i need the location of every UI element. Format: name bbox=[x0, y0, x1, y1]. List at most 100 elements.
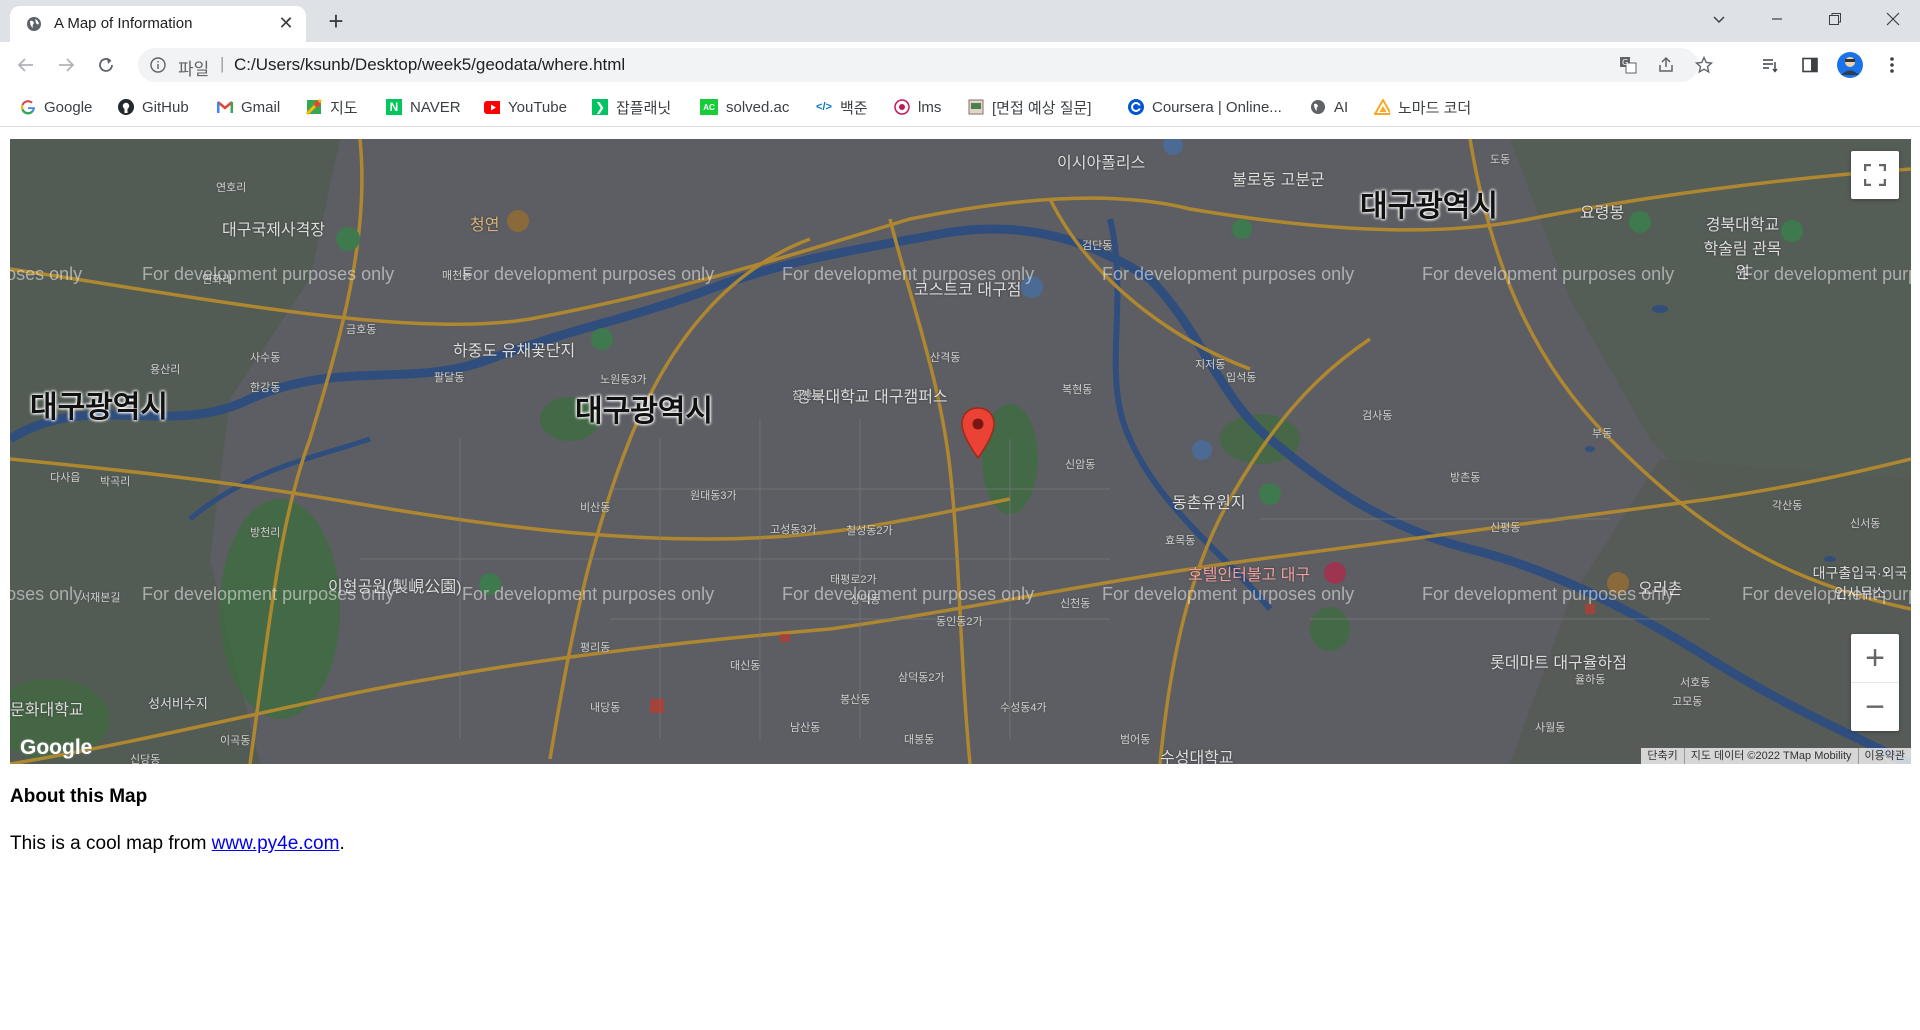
dev-watermark: For development purposes only bbox=[10, 264, 83, 284]
share-icon[interactable] bbox=[1652, 51, 1680, 79]
bookmark-github[interactable]: GitHub bbox=[118, 96, 189, 118]
district-label: 서호동 bbox=[1680, 677, 1711, 689]
dev-watermark: For development purposes only bbox=[10, 584, 83, 604]
forward-button[interactable] bbox=[52, 51, 80, 79]
new-tab-button[interactable]: + bbox=[322, 8, 350, 36]
coursera-icon bbox=[1128, 99, 1144, 115]
avatar[interactable] bbox=[1836, 51, 1864, 79]
tab-strip: A Map of Information ✕ + bbox=[0, 0, 1920, 42]
bookmark-nomad[interactable]: 노마드 코더 bbox=[1374, 96, 1471, 118]
bookmark-star-icon[interactable] bbox=[1690, 51, 1718, 79]
bookmark-google[interactable]: Google bbox=[20, 96, 92, 118]
globe-icon bbox=[27, 17, 41, 31]
close-window-button[interactable] bbox=[1864, 0, 1920, 38]
poi-label[interactable]: 청연 bbox=[470, 211, 499, 235]
reading-list-icon[interactable] bbox=[1756, 51, 1784, 79]
city-label: 대구광역시 bbox=[1360, 190, 1498, 223]
bookmark-maps[interactable]: 지도 bbox=[306, 96, 358, 118]
dev-watermark: For development purposes only bbox=[142, 584, 395, 604]
bookmark-naver[interactable]: N NAVER bbox=[386, 96, 461, 118]
zoom-in-button[interactable]: + bbox=[1851, 634, 1899, 683]
browser-toolbar: 파일 | C:/Users/ksunb/Desktop/week5/geodat… bbox=[0, 42, 1920, 88]
browser-chrome: A Map of Information ✕ + 파일 | C:/Users/k… bbox=[0, 0, 1920, 128]
google-logo[interactable]: Google bbox=[20, 736, 92, 760]
bookmark-baekjoon[interactable]: </> 백준 bbox=[816, 96, 868, 118]
url-text[interactable]: C:/Users/ksunb/Desktop/week5/geodata/whe… bbox=[234, 55, 625, 75]
side-panel-icon[interactable] bbox=[1796, 51, 1824, 79]
poi-label[interactable]: 수성대학교 bbox=[1160, 744, 1234, 764]
district-label: 검단동 bbox=[1082, 240, 1113, 252]
district-label: 침산동 bbox=[792, 390, 823, 402]
fullscreen-button[interactable] bbox=[1851, 151, 1899, 199]
tab-search-icon[interactable] bbox=[1690, 0, 1748, 38]
dev-watermark: For development purposes only bbox=[1422, 584, 1675, 604]
tab-active[interactable]: A Map of Information ✕ bbox=[10, 6, 306, 42]
py4e-link[interactable]: www.py4e.com bbox=[212, 833, 340, 854]
district-label: 신천동 bbox=[1060, 598, 1091, 610]
poi-label[interactable]: 동촌유원지 bbox=[1172, 489, 1246, 513]
url-separator: | bbox=[220, 54, 225, 73]
district-label: 각산동 bbox=[1772, 500, 1803, 512]
district-label: 봉산동 bbox=[840, 694, 871, 706]
bookmark-interview[interactable]: [면접 예상 질문] bbox=[968, 96, 1091, 118]
dev-watermark: For development purposes only bbox=[782, 584, 1035, 604]
reload-button[interactable] bbox=[92, 51, 120, 79]
district-label: 신암동 bbox=[1065, 459, 1096, 471]
minimize-button[interactable] bbox=[1748, 0, 1806, 38]
bookmark-lms[interactable]: lms bbox=[894, 96, 941, 118]
poi-label[interactable]: 하중도 유채꽃단지 bbox=[453, 337, 575, 361]
dev-watermark: For development purposes only bbox=[1742, 264, 1911, 284]
map-marker-pin[interactable] bbox=[960, 407, 996, 459]
district-label: 내당동 bbox=[590, 702, 621, 714]
poi-label[interactable]: 호텔인터불고 대구 bbox=[1188, 561, 1310, 585]
poi-label[interactable]: 롯데마트 대구율하점 bbox=[1490, 649, 1627, 673]
zoom-control: + − bbox=[1851, 634, 1899, 731]
desc-prefix: This is a cool map from bbox=[10, 833, 212, 854]
district-label: 노원동3가 bbox=[600, 374, 647, 386]
maps-icon bbox=[306, 99, 322, 115]
district-label: 고모동 bbox=[1672, 696, 1703, 708]
district-label: 검사동 bbox=[1362, 410, 1393, 422]
bookmark-jobplanet[interactable]: ❯ 잡플래닛 bbox=[592, 96, 671, 118]
keyboard-shortcuts-link[interactable]: 단축키 bbox=[1641, 748, 1683, 764]
tab-title: A Map of Information bbox=[54, 15, 193, 32]
district-label: 한강동 bbox=[250, 382, 281, 394]
about-heading: About this Map bbox=[10, 786, 148, 807]
close-tab-icon[interactable]: ✕ bbox=[276, 13, 296, 33]
address-bar[interactable]: 파일 | C:/Users/ksunb/Desktop/week5/geodat… bbox=[138, 48, 1713, 82]
bookmark-ai[interactable]: AI bbox=[1310, 96, 1348, 118]
restore-button[interactable] bbox=[1806, 0, 1864, 38]
baekjoon-icon: </> bbox=[816, 101, 832, 113]
page-icon bbox=[968, 99, 984, 115]
poi-label[interactable]: 이시아폴리스 bbox=[1057, 149, 1145, 173]
poi-label[interactable]: 성서비수지 bbox=[148, 693, 208, 712]
terms-link[interactable]: 이용약관 bbox=[1857, 748, 1911, 764]
zoom-out-button[interactable]: − bbox=[1851, 683, 1899, 731]
back-button[interactable] bbox=[12, 51, 40, 79]
desc-suffix: . bbox=[339, 833, 345, 854]
bookmark-gmail[interactable]: Gmail bbox=[217, 96, 280, 118]
district-label: 이곡동 bbox=[220, 735, 251, 747]
district-label: 율하동 bbox=[1575, 674, 1606, 686]
dev-watermark: For development purposes only bbox=[1102, 264, 1355, 284]
district-label: 대신동 bbox=[730, 660, 761, 672]
poi-label[interactable]: 대구국제사격장 bbox=[222, 216, 325, 240]
bookmark-youtube[interactable]: YouTube bbox=[484, 96, 567, 118]
district-label: 수성동4가 bbox=[1000, 702, 1047, 714]
district-label: 부동 bbox=[1592, 428, 1613, 440]
url-scheme: 파일 bbox=[178, 60, 210, 79]
bookmark-solvedac[interactable]: AC solved.ac bbox=[700, 96, 789, 118]
district-label: 방촌동 bbox=[1450, 472, 1481, 484]
poi-label[interactable]: 불로동 고분군 bbox=[1232, 166, 1325, 190]
district-label: 동인동2가 bbox=[936, 616, 983, 628]
youtube-icon bbox=[484, 99, 500, 115]
bookmarks-bar: Google GitHub Gmail 지도 N NAVER YouTube ❯ 잡… bbox=[0, 88, 1920, 127]
bookmark-coursera[interactable]: Coursera | Online... bbox=[1128, 96, 1282, 118]
jobplanet-icon: ❯ bbox=[592, 99, 608, 115]
info-icon[interactable] bbox=[150, 57, 166, 73]
poi-label[interactable]: 문화대학교 bbox=[10, 696, 84, 720]
menu-kebab-icon[interactable] bbox=[1878, 51, 1906, 79]
poi-label[interactable]: 요령봉 bbox=[1580, 199, 1624, 223]
google-map[interactable]: 대구광역시 대구광역시 대구광역시 대구국제사격장 하중도 유채꽃단지 경북대학… bbox=[10, 139, 1911, 764]
translate-icon[interactable]: G bbox=[1614, 51, 1642, 79]
